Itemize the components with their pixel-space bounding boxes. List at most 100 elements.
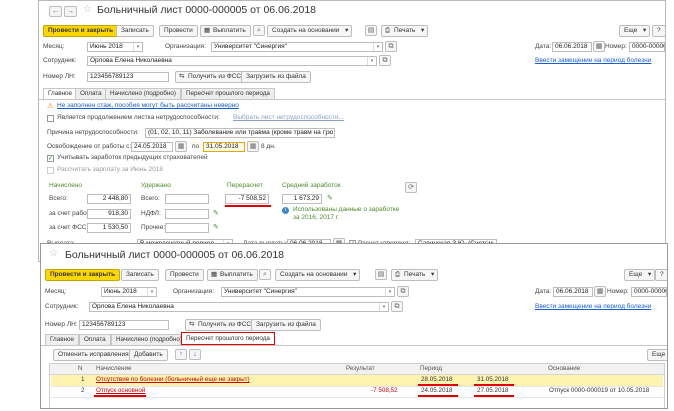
column-n[interactable]: N — [78, 365, 83, 372]
select-sick-leave-link[interactable]: Выбрать лист нетрудоспособности... — [233, 114, 344, 121]
forward-button[interactable]: → — [64, 6, 77, 17]
ln-number-field[interactable]: 123456789123 — [79, 320, 169, 330]
post-and-close-button[interactable]: Провести и закрыть — [45, 269, 121, 281]
attachment-icon[interactable]: ⌕ — [259, 269, 271, 280]
cause-field[interactable]: (01, 02, 10, 11) Заболевание или травма … — [145, 128, 335, 138]
row-number: 1 — [81, 376, 85, 383]
chevron-down-icon: ▾ — [431, 271, 435, 278]
calendar-icon[interactable]: ▦ — [593, 41, 605, 52]
attachment-icon[interactable]: ⌕ — [253, 25, 265, 36]
fss-label: за счет ФСС: — [49, 224, 89, 231]
employee-field[interactable]: Орлова Елена Николаевна ▾ — [87, 56, 377, 66]
tab-recalculation[interactable]: Пересчет прошлого периода — [181, 88, 275, 99]
report-icon[interactable]: ▤ — [365, 25, 377, 36]
column-accrual[interactable]: Начисление — [96, 365, 132, 372]
more-button[interactable]: Еще ▾ — [619, 25, 651, 37]
report-icon[interactable]: ▤ — [375, 269, 387, 280]
favorite-star-icon[interactable]: ☆ — [49, 249, 58, 259]
chevron-down-icon[interactable]: ▾ — [379, 303, 388, 311]
save-button[interactable]: Записать — [121, 269, 159, 281]
continuation-checkbox[interactable] — [47, 115, 54, 122]
prev-insurers-checkbox[interactable]: ✓ — [47, 155, 54, 162]
help-button[interactable]: ? — [652, 25, 665, 37]
move-down-icon[interactable]: ↓ — [189, 349, 201, 360]
chevron-down-icon: ▾ — [647, 271, 652, 278]
organization-field[interactable]: Университет "Синергия" ▾ — [211, 42, 383, 52]
cancel-corrections-button[interactable]: Отменить исправления — [53, 349, 134, 361]
date-field[interactable]: 06.06.2018 — [553, 287, 593, 297]
prev-insurers-label: Учитывать заработок предыдущих страховат… — [57, 154, 208, 161]
tab-accrued-detail[interactable]: Начислено (подробно) — [105, 88, 181, 99]
chevron-down-icon[interactable]: ▾ — [147, 288, 156, 296]
favorite-star-icon[interactable]: ☆ — [83, 5, 92, 15]
table-more-button[interactable]: Еще▾ — [647, 349, 667, 361]
calendar-icon[interactable]: ▦ — [175, 141, 187, 152]
number-field[interactable]: 0000-000005 — [631, 287, 667, 297]
add-row-button[interactable]: Добавить — [129, 349, 168, 361]
days-count: 8 дн. — [261, 143, 276, 150]
create-based-button[interactable]: Создать на основании ▾ — [275, 269, 361, 281]
calendar-icon[interactable]: ▦ — [247, 141, 259, 152]
edit-pencil-icon[interactable]: ✎ — [213, 209, 219, 217]
organization-value: Университет "Синергия" — [224, 288, 297, 295]
more-button[interactable]: Еще ▾ — [624, 269, 656, 281]
open-icon[interactable]: ⧉ — [391, 301, 403, 312]
back-button[interactable]: ← — [49, 6, 62, 17]
print-button[interactable]: ⎙ Печать ▾ — [381, 25, 429, 37]
printer-icon: ⎙ — [395, 271, 401, 278]
save-button[interactable]: Записать — [116, 25, 154, 37]
release-from-field[interactable]: 24.05.2018 — [131, 142, 173, 152]
load-from-file-button[interactable]: Загрузить из файла — [251, 319, 321, 331]
replacement-link[interactable]: Ввести замещение на период болезни — [535, 303, 651, 310]
release-to-field[interactable]: 31.05.2018 — [203, 142, 245, 152]
pay-button[interactable]: ▦ Выплатить — [200, 25, 251, 37]
edit-pencil-icon[interactable]: ✎ — [213, 223, 219, 231]
tab-accrued-detail[interactable]: Начислено (подробно) — [111, 334, 187, 345]
tab-payment[interactable]: Оплата — [79, 334, 111, 345]
organization-field[interactable]: Университет "Синергия" ▾ — [221, 287, 395, 297]
tab-recalculation[interactable]: Пересчет прошлого периода — [181, 332, 275, 345]
tab-payment[interactable]: Оплата — [75, 88, 107, 99]
tab-main[interactable]: Главное — [43, 88, 78, 99]
replacement-link[interactable]: Ввести замещение на период болезни — [535, 57, 651, 64]
post-button[interactable]: Провести — [165, 269, 204, 281]
open-icon[interactable]: ⧉ — [397, 286, 409, 297]
move-up-icon[interactable]: ↑ — [175, 349, 187, 360]
calc-salary-checkbox[interactable] — [47, 167, 54, 174]
chevron-down-icon: ▾ — [353, 271, 357, 278]
column-result[interactable]: Результат — [346, 365, 375, 372]
number-field[interactable]: 0000-000005 — [629, 42, 665, 52]
post-and-close-button[interactable]: Провести и закрыть — [43, 25, 119, 37]
get-from-fss-button[interactable]: ⇆ Получить из ФСС — [175, 71, 247, 83]
chevron-down-icon[interactable]: ▾ — [373, 43, 382, 51]
withheld-total-field — [165, 194, 209, 204]
get-from-fss-button[interactable]: ⇆ Получить из ФСС — [185, 319, 257, 331]
refresh-icon[interactable]: ⟳ — [405, 182, 417, 193]
employer-field: 918,30 — [87, 209, 131, 219]
ln-number-field[interactable]: 123456789123 — [87, 72, 169, 82]
month-field[interactable]: Июнь 2018 ▾ — [87, 42, 143, 52]
open-icon[interactable]: ⧉ — [379, 55, 391, 66]
print-button[interactable]: ⎙ Печать ▾ — [391, 269, 439, 281]
chevron-down-icon[interactable]: ▾ — [385, 288, 394, 296]
help-button[interactable]: ? — [655, 269, 667, 281]
chevron-down-icon[interactable]: ▾ — [367, 57, 376, 65]
month-field[interactable]: Июнь 2018 ▾ — [101, 287, 157, 297]
create-based-button[interactable]: Создать на основании ▾ — [267, 25, 353, 37]
chevron-down-icon[interactable]: ▾ — [325, 129, 334, 137]
column-period[interactable]: Период — [420, 365, 442, 372]
post-button[interactable]: Провести — [159, 25, 198, 37]
month-label: Месяц: — [43, 43, 65, 50]
employee-field[interactable]: Орлова Елена Николаевна ▾ — [89, 302, 389, 312]
column-basis[interactable]: Основание — [548, 365, 580, 372]
edit-pencil-icon[interactable]: ✎ — [327, 194, 333, 202]
date-field[interactable]: 06.06.2018 — [552, 42, 592, 52]
get-from-fss-label: Получить из ФСС — [188, 73, 242, 80]
open-icon[interactable]: ⧉ — [385, 41, 397, 52]
chevron-down-icon[interactable]: ▾ — [133, 43, 142, 51]
calendar-icon[interactable]: ▦ — [594, 286, 606, 297]
experience-warning-link[interactable]: Не заполнен стаж, пособия могут быть рас… — [57, 102, 239, 109]
tab-main[interactable]: Главное — [45, 334, 80, 345]
pay-button[interactable]: ▦ Выплатить — [207, 269, 258, 281]
load-from-file-button[interactable]: Загрузить из файла — [241, 71, 311, 83]
